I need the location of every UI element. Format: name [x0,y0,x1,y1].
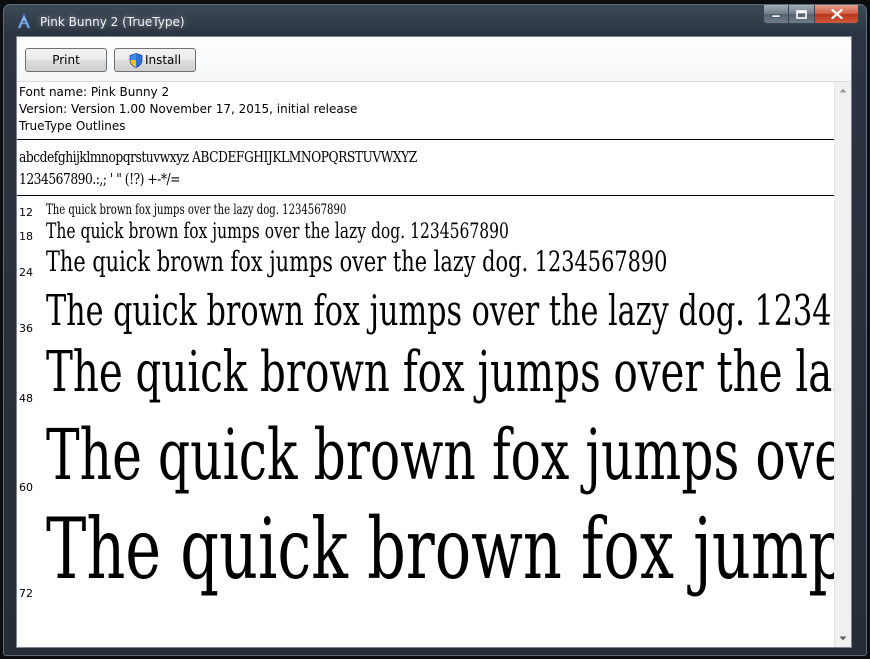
maximize-icon [796,9,807,19]
divider [17,139,835,140]
minimize-icon [771,14,781,18]
divider [17,195,835,196]
sample-size-label: 24 [19,266,33,279]
sample-text: The quick brown fox jumps over the lazy … [46,219,509,243]
scroll-up-button[interactable] [835,82,851,99]
minimize-button[interactable] [763,5,789,24]
font-viewer-icon [17,13,31,29]
sample-size-label: 18 [19,230,33,243]
title-bar[interactable]: Pink Bunny 2 (TrueType) [4,5,866,35]
sample-size-label: 48 [19,392,33,405]
scroll-down-button[interactable] [835,630,851,647]
sample-text: The quick brown fox jumps over the lazy … [46,414,835,496]
sample-text: The quick brown fox jumps over the lazy … [46,340,835,405]
close-button[interactable] [815,5,859,24]
print-button-label: Print [52,53,80,67]
sample-size-label: 60 [19,481,33,494]
vertical-scrollbar[interactable] [834,82,851,647]
caption-buttons [763,5,859,25]
install-button-label: Install [144,53,182,67]
font-version-line: Version: Version 1.00 November 17, 2015,… [19,102,358,116]
font-viewer-window: Pink Bunny 2 (TrueType) Print Install Fo… [3,4,867,656]
client-area: Print Install Font name: Pink Bunny 2 Ve… [16,36,852,648]
window-title: Pink Bunny 2 (TrueType) [40,15,185,29]
font-info: Font name: Pink Bunny 2 Version: Version… [19,84,357,135]
sample-size-label: 36 [19,322,33,335]
charset-letters: abcdefghijklmnopqrstuvwxyz ABCDEFGHIJKLM… [19,148,417,166]
print-button[interactable]: Print [25,48,107,72]
sample-size-label: 12 [19,206,33,219]
sample-text: The quick brown fox jumps over the lazy … [46,202,347,218]
sample-text: The quick brown fox jumps over the lazy … [46,500,835,598]
uac-shield-icon [129,52,143,68]
install-button[interactable]: Install [114,48,196,72]
maximize-button[interactable] [789,5,815,24]
close-icon [830,9,843,19]
font-outline-line: TrueType Outlines [19,119,126,133]
font-name-line: Font name: Pink Bunny 2 [19,85,170,99]
sample-size-label: 72 [19,587,33,600]
charset-digits-symbols: 1234567890.:,; ' " (!?) +-*/= [19,170,180,188]
font-preview-pane: Font name: Pink Bunny 2 Version: Version… [17,82,835,647]
chevron-up-icon [839,88,847,93]
chevron-down-icon [839,636,847,641]
sample-text: The quick brown fox jumps over the lazy … [46,286,835,335]
sample-text: The quick brown fox jumps over the lazy … [46,245,668,278]
toolbar: Print Install [17,37,851,82]
